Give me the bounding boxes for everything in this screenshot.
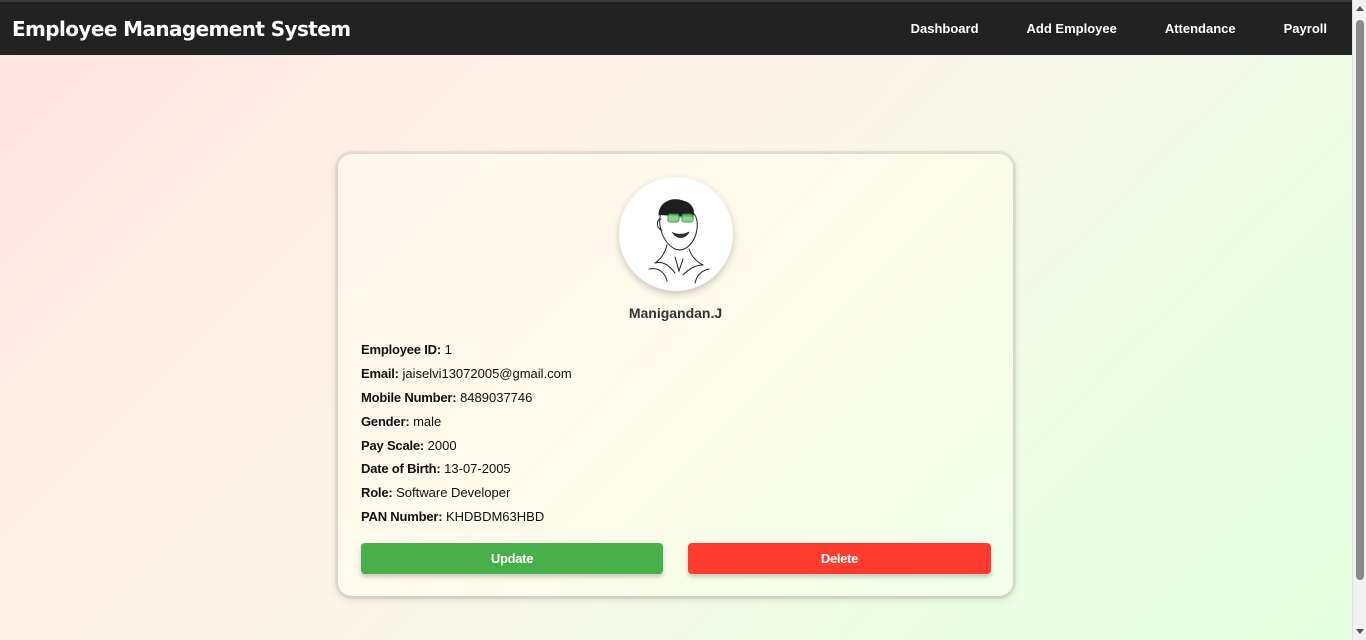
nav-add-employee[interactable]: Add Employee [1027, 21, 1117, 36]
detail-employee-id: Employee ID: 1 [361, 342, 572, 366]
detail-value: 1 [444, 342, 452, 357]
employee-name: Manigandan.J [628, 305, 723, 321]
detail-mobile-number: Mobile Number: 8489037746 [361, 390, 572, 414]
detail-label: Gender: [361, 413, 410, 429]
vertical-scrollbar[interactable] [1352, 0, 1366, 640]
detail-value: 13-07-2005 [444, 461, 511, 477]
nav-attendance[interactable]: Attendance [1165, 21, 1236, 36]
detail-value: jaiselvi13072005@gmail.com [402, 365, 572, 381]
detail-label: Date of Birth: [361, 461, 441, 477]
nav-payroll[interactable]: Payroll [1284, 21, 1327, 36]
profile-sketch-image [648, 199, 710, 284]
nav-dashboard[interactable]: Dashboard [911, 21, 979, 36]
delete-button[interactable]: Delete [688, 543, 991, 574]
app-title: Employee Management System [12, 17, 351, 41]
main-nav: Dashboard Add Employee Attendance Payrol… [863, 2, 1352, 55]
detail-label: Role: [361, 485, 393, 501]
detail-label: PAN Number: [361, 509, 443, 525]
detail-label: Email: [361, 365, 399, 381]
top-navbar: Employee Management System Dashboard Add… [0, 0, 1352, 55]
detail-label: Employee ID: [361, 342, 441, 357]
update-button[interactable]: Update [361, 543, 663, 574]
avatar [619, 177, 733, 291]
scrollbar-thumb[interactable] [1356, 20, 1364, 580]
detail-value: 8489037746 [460, 389, 533, 405]
scroll-up-arrow-icon[interactable] [1356, 6, 1364, 11]
detail-value: 2000 [427, 437, 457, 453]
detail-email: Email: jaiselvi13072005@gmail.com [361, 366, 572, 390]
detail-date-of-birth: Date of Birth: 13-07-2005 [361, 461, 572, 485]
employee-details: Employee ID: 1 Email: jaiselvi13072005@g… [361, 342, 572, 533]
detail-label: Pay Scale: [361, 437, 425, 453]
detail-pay-scale: Pay Scale: 2000 [361, 438, 572, 462]
detail-value: male [413, 413, 442, 429]
detail-value: KHDBDM63HBD [445, 509, 545, 525]
detail-pan-number: PAN Number: KHDBDM63HBD [361, 509, 572, 533]
detail-gender: Gender: male [361, 414, 572, 438]
detail-label: Mobile Number: [361, 389, 457, 405]
employee-profile-card: Manigandan.J Employee ID: 1 Email: jaise… [338, 154, 1013, 596]
detail-value: Software Developer [396, 485, 511, 501]
detail-role: Role: Software Developer [361, 485, 572, 509]
scroll-down-arrow-icon[interactable] [1356, 629, 1364, 634]
